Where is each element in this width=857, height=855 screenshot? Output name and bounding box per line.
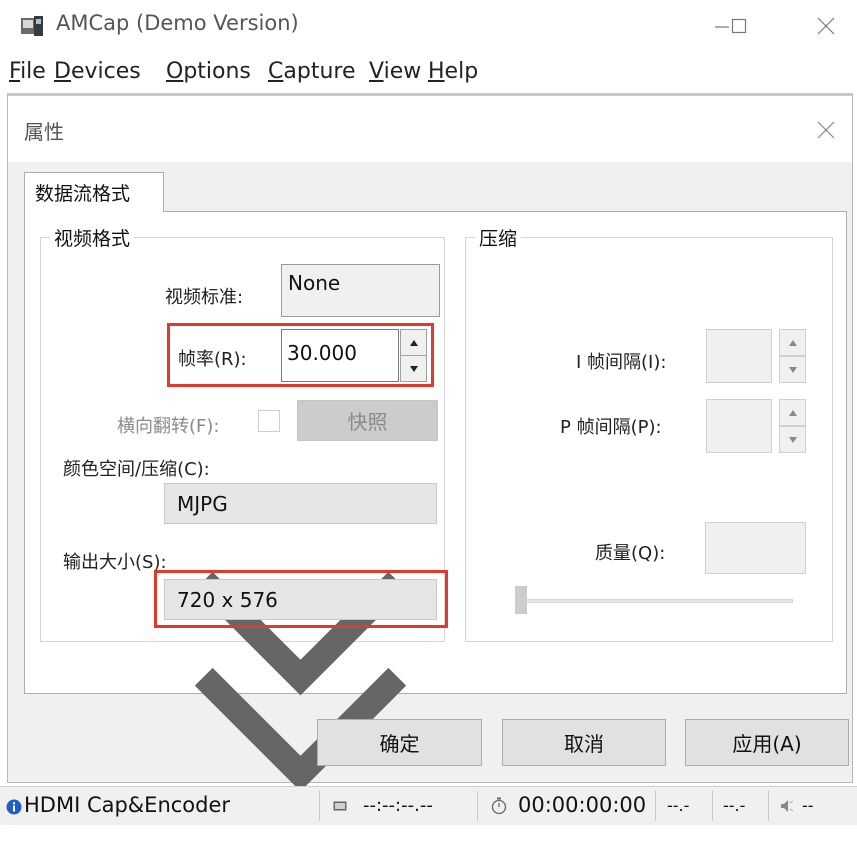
flip-label: 横向翻转(F): [117, 416, 220, 437]
video-standard-field: None [281, 264, 440, 317]
close-icon [817, 121, 835, 139]
i-frame-spin-down[interactable] [779, 356, 806, 383]
dialog-title-bar: 属性 [8, 96, 852, 162]
status-separator [655, 791, 656, 821]
close-button[interactable] [806, 10, 846, 42]
arrow-down-icon [788, 366, 797, 373]
arrow-up-icon [788, 339, 797, 346]
arrow-up-icon [409, 339, 418, 346]
p-frame-interval-input[interactable] [706, 399, 772, 453]
arrow-down-icon [409, 365, 418, 372]
arrow-up-icon [788, 409, 797, 416]
status-separator [712, 791, 713, 821]
framerate-label: 帧率(R): [178, 349, 247, 370]
i-frame-spin-up[interactable] [779, 329, 806, 356]
color-space-label: 颜色空间/压缩(C): [63, 459, 210, 480]
status-separator [768, 791, 769, 821]
menu-bar: File Devices Options Capture View Help [0, 55, 857, 91]
video-standard-value: None [288, 271, 341, 295]
flip-checkbox[interactable] [258, 410, 280, 432]
arrow-down-icon [788, 436, 797, 443]
i-frame-interval-label: I 帧间隔(I): [576, 352, 667, 373]
framerate-value: 30.000 [287, 341, 357, 365]
status-bar: HDMI Cap&Encoder --:--:--.-- 00:00:00:00… [0, 786, 857, 825]
framerate-spin-up[interactable] [400, 329, 427, 356]
quality-label: 质量(Q): [595, 543, 666, 564]
output-size-select[interactable]: 720 x 576 [164, 579, 437, 792]
video-standard-label: 视频标准: [165, 287, 244, 308]
p-frame-interval-label: P 帧间隔(P): [560, 417, 662, 438]
elapsed-time: 00:00:00:00 [518, 793, 647, 817]
output-size-label: 输出大小(S): [63, 552, 167, 573]
color-space-value: MJPG [177, 492, 228, 516]
quality-input[interactable] [705, 522, 806, 574]
apply-button[interactable]: 应用(A) [685, 719, 849, 766]
window-title-bar: AMCap (Demo Version) [0, 0, 857, 52]
menu-devices[interactable]: Devices [54, 59, 141, 84]
i-frame-interval-input[interactable] [706, 329, 772, 383]
output-size-value: 720 x 576 [177, 588, 278, 612]
color-space-select[interactable]: MJPG [164, 483, 437, 696]
slider-track [515, 599, 793, 603]
menu-options[interactable]: Options [166, 59, 251, 84]
status-separator [319, 791, 320, 821]
tape-icon [333, 801, 347, 811]
framerate-spin-down[interactable] [400, 355, 427, 382]
status-field-4: --.- [723, 796, 746, 815]
p-frame-spin-up[interactable] [779, 399, 806, 426]
snapshot-button[interactable]: 快照 [297, 400, 438, 441]
properties-dialog: 属性 数据流格式 视频格式 视频标准: None 帧率(R): 30.000 横… [7, 93, 853, 792]
dialog-title: 属性 [24, 120, 64, 144]
status-field-5: -- [802, 796, 814, 815]
status-separator [477, 791, 478, 821]
dialog-close-button[interactable] [808, 112, 844, 148]
info-icon [6, 799, 22, 815]
tab-panel: 视频格式 视频标准: None 帧率(R): 30.000 横向翻转(F): 快… [24, 211, 847, 792]
maximize-icon [731, 18, 747, 34]
menu-file[interactable]: File [9, 59, 46, 84]
amcap-app-icon [20, 14, 44, 38]
close-icon [817, 17, 835, 35]
video-format-legend: 视频格式 [50, 224, 135, 251]
stopwatch-icon [491, 797, 507, 815]
timecode: --:--:--.-- [363, 795, 433, 816]
tab-label: 数据流格式 [35, 183, 131, 205]
window-title: AMCap (Demo Version) [56, 11, 299, 35]
compression-legend: 压缩 [475, 224, 522, 251]
ok-button[interactable]: 确定 [317, 719, 482, 766]
menu-view[interactable]: View [369, 59, 421, 84]
device-name: HDMI Cap&Encoder [24, 793, 231, 817]
quality-slider[interactable] [515, 585, 793, 615]
framerate-input[interactable]: 30.000 [281, 329, 399, 382]
tab-stream-format[interactable]: 数据流格式 [24, 172, 164, 212]
speaker-icon [781, 800, 794, 812]
p-frame-spin-down[interactable] [779, 426, 806, 453]
compression-group [465, 237, 833, 642]
status-field-3: --.- [667, 796, 690, 815]
cancel-button[interactable]: 取消 [502, 719, 666, 766]
slider-thumb[interactable] [515, 586, 527, 614]
menu-help[interactable]: Help [428, 59, 478, 84]
menu-capture[interactable]: Capture [268, 59, 356, 84]
maximize-button[interactable] [719, 10, 759, 42]
